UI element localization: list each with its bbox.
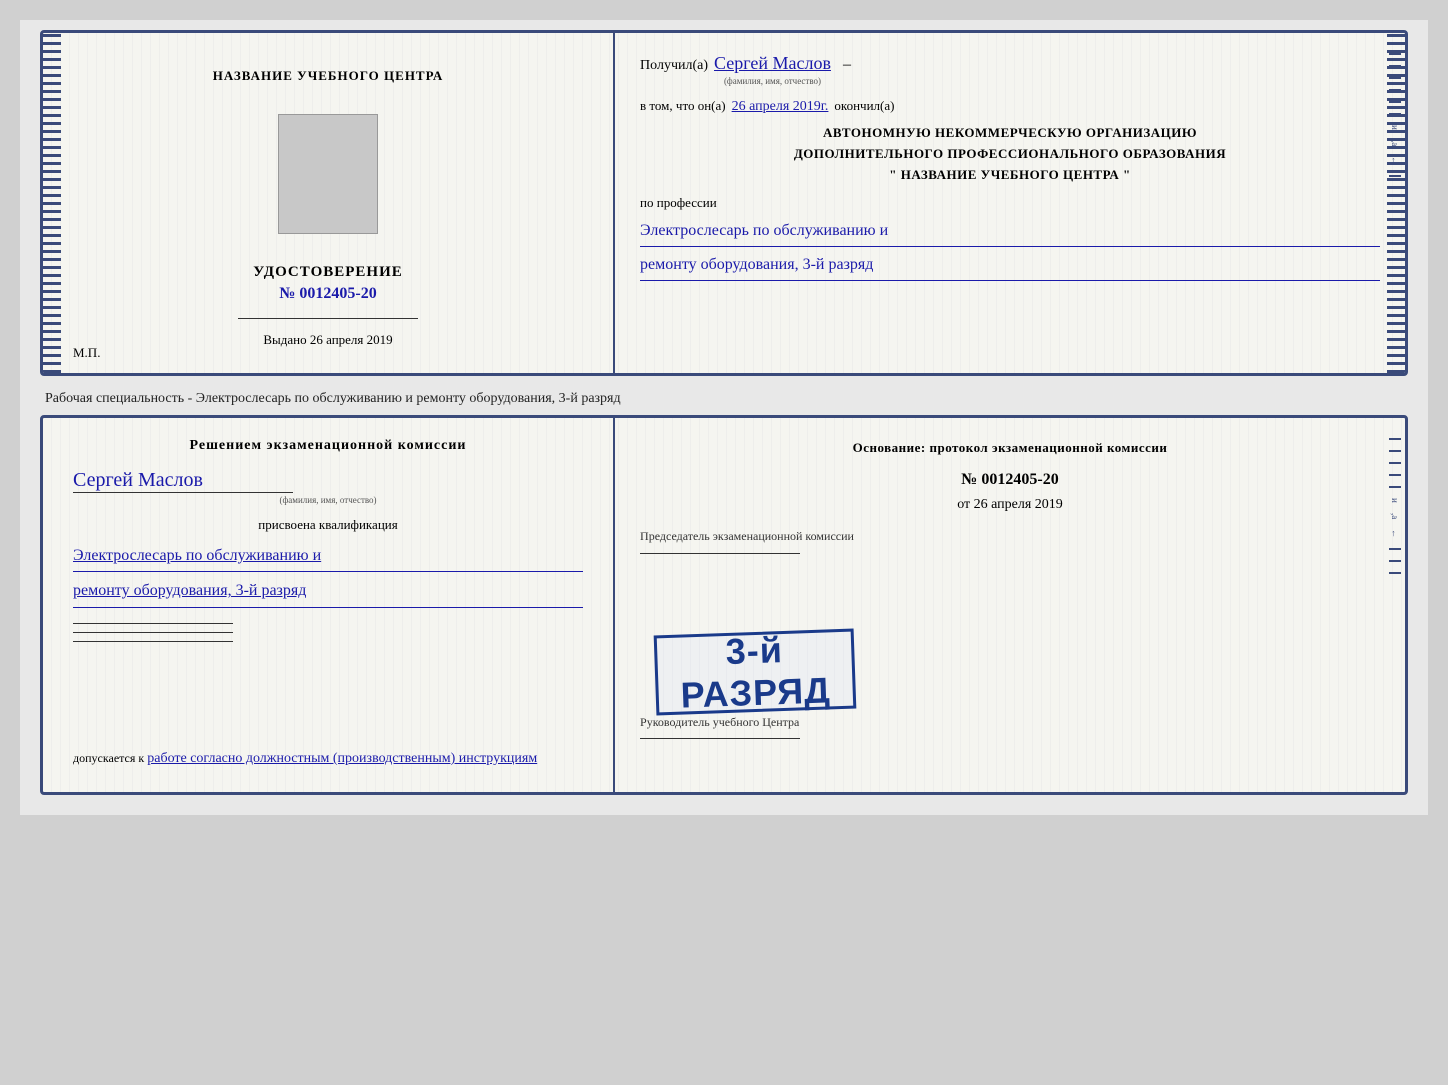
profession-line2: ремонту оборудования, 3-й разряд xyxy=(640,251,1380,280)
poluchil-name-container: Сергей Маслов (фамилия, имя, отчество) xyxy=(714,53,831,86)
predsedatel-text: Председатель экзаменационной комиссии xyxy=(640,528,1380,545)
vtom-date: 26 апреля 2019г. xyxy=(732,99,829,115)
prisvoena-text: присвоена квалификация xyxy=(73,517,583,533)
right-binding-decoration xyxy=(1387,33,1405,373)
name-underline xyxy=(73,492,293,493)
profession-line1: Электрослесарь по обслуживанию и xyxy=(640,217,1380,246)
name-container: Сергей Маслов (фамилия, имя, отчество) xyxy=(73,469,583,505)
vtom-label: в том, что он(а) xyxy=(640,98,726,114)
predsedatel-sign-line xyxy=(640,553,800,554)
osnovanie-text: Основание: протокол экзаменационной коми… xyxy=(640,438,1380,459)
protocol-number-value: 0012405-20 xyxy=(981,471,1058,488)
poluchil-label: Получил(а) xyxy=(640,58,708,74)
resheniem-title: Решением экзаменационной комиссии xyxy=(73,438,583,454)
cert2-left-panel: Решением экзаменационной комиссии Сергей… xyxy=(43,418,615,792)
mp-label: М.П. xyxy=(73,345,100,361)
cert-left-panel: НАЗВАНИЕ УЧЕБНОГО ЦЕНТРА УДОСТОВЕРЕНИЕ №… xyxy=(43,33,615,373)
dopuskaetsya-row: допускается к работе согласно должностны… xyxy=(73,751,593,767)
number-label-2: № xyxy=(961,471,977,488)
ot-label: от xyxy=(957,497,970,512)
poluchil-name: Сергей Маслов xyxy=(714,53,831,73)
photo-placeholder xyxy=(278,114,378,234)
okonchil-label: окончил(а) xyxy=(834,98,894,114)
stamp-text: 3-й РАЗРЯД xyxy=(667,627,844,717)
profession-container: Электрослесарь по обслуживанию и ремонту… xyxy=(640,217,1380,281)
right-side-dashes-2: и ,а ← xyxy=(1389,438,1401,574)
org-line2: ДОПОЛНИТЕЛЬНОГО ПРОФЕССИОНАЛЬНОГО ОБРАЗО… xyxy=(640,144,1380,165)
cert-right-panel: Получил(а) Сергей Маслов (фамилия, имя, … xyxy=(615,33,1405,373)
cert-number: 0012405-20 xyxy=(299,285,376,302)
cert2-right-panel: Основание: протокол экзаменационной коми… xyxy=(615,418,1405,792)
ot-date-row: от 26 апреля 2019 xyxy=(640,497,1380,513)
training-center-label: НАЗВАНИЕ УЧЕБНОГО ЦЕНТРА xyxy=(213,68,444,84)
kvalif-line1: Электрослесарь по обслуживанию и xyxy=(73,547,321,564)
dopuskaetsya-text: работе согласно должностным (производств… xyxy=(147,751,537,766)
org-line3: " НАЗВАНИЕ УЧЕБНОГО ЦЕНТРА " xyxy=(640,165,1380,186)
protocol-number: № 0012405-20 xyxy=(640,471,1380,489)
kvalif-container: Электрослесарь по обслуживанию и ремонту… xyxy=(73,541,583,608)
po-professii-label: по профессии xyxy=(640,195,1380,211)
separator-text: Рабочая специальность - Электрослесарь п… xyxy=(40,391,1408,407)
dopuskaetsya-label: допускается к xyxy=(73,751,144,765)
fio-label: (фамилия, имя, отчество) xyxy=(714,76,831,86)
udost-title: УДОСТОВЕРЕНИЕ xyxy=(253,264,403,281)
person-name: Сергей Маслов xyxy=(73,469,583,492)
left-binding-decoration xyxy=(43,33,61,373)
udost-number: № 0012405-20 xyxy=(279,285,376,303)
kvalif-line2: ремонту оборудования, 3-й разряд xyxy=(73,582,306,599)
vydano-label: Выдано xyxy=(263,332,306,347)
rukovoditel-sign-line xyxy=(640,738,800,739)
vydano-row: Выдано 26 апреля 2019 xyxy=(263,332,392,348)
certificate-card-1: НАЗВАНИЕ УЧЕБНОГО ЦЕНТРА УДОСТОВЕРЕНИЕ №… xyxy=(40,30,1408,376)
number-label: № xyxy=(279,285,295,302)
stamp: 3-й РАЗРЯД xyxy=(654,629,857,716)
vydano-date: 26 апреля 2019 xyxy=(310,332,393,347)
certificate-card-2: Решением экзаменационной комиссии Сергей… xyxy=(40,415,1408,795)
ot-date-value: 26 апреля 2019 xyxy=(974,497,1063,512)
signature-line-1 xyxy=(238,318,418,319)
poluchil-row: Получил(а) Сергей Маслов (фамилия, имя, … xyxy=(640,53,1380,86)
rukovoditel-text: Руководитель учебного Центра xyxy=(640,714,1380,731)
org-line1: АВТОНОМНУЮ НЕКОММЕРЧЕСКУЮ ОРГАНИЗАЦИЮ xyxy=(640,123,1380,144)
fio-label-2: (фамилия, имя, отчество) xyxy=(73,495,583,505)
page-background: НАЗВАНИЕ УЧЕБНОГО ЦЕНТРА УДОСТОВЕРЕНИЕ №… xyxy=(20,20,1428,815)
org-text: АВТОНОМНУЮ НЕКОММЕРЧЕСКУЮ ОРГАНИЗАЦИЮ ДО… xyxy=(640,123,1380,185)
vtom-row: в том, что он(а) 26 апреля 2019г. окончи… xyxy=(640,98,1380,115)
signature-lines-left xyxy=(73,623,583,642)
